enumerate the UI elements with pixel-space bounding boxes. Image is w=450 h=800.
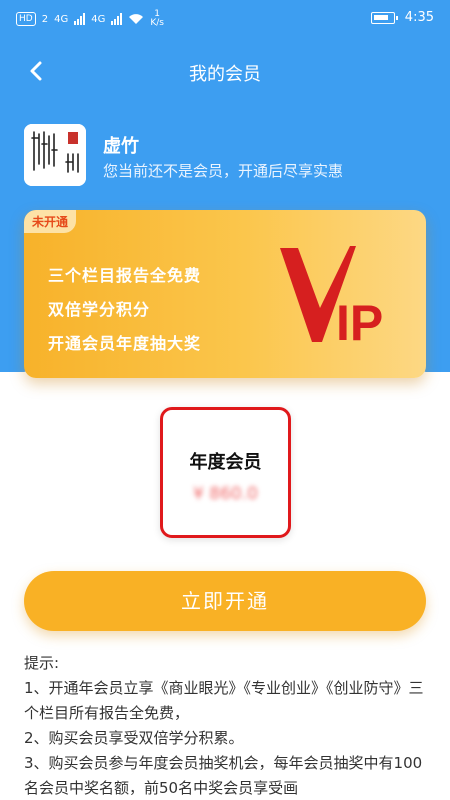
- not-activated-badge: 未开通: [24, 210, 77, 233]
- tip-line: 2、购买会员享受双倍学分积累。: [24, 729, 244, 747]
- net-speed-unit: K/s: [150, 18, 164, 28]
- tips-section: 提示: 1、开通年会员立享《商业眼光》《专业创业》《创业防守》三个栏目所有报告全…: [24, 651, 426, 800]
- vip-logo-text: IP: [336, 295, 383, 350]
- status-time: 4:35: [404, 10, 434, 25]
- status-bar: HD 2 4G 4G 1 K/s 4:35: [0, 0, 450, 38]
- benefit-item: 开通会员年度抽大奖: [48, 334, 202, 353]
- network-type-2: 4G: [91, 13, 106, 25]
- battery-icon: [370, 11, 398, 24]
- wifi-icon: [129, 14, 144, 24]
- vip-benefits-card: 未开通 三个栏目报告全免费 双倍学分积分 开通会员年度抽大奖 IP: [24, 210, 426, 378]
- tips-heading: 提示:: [24, 654, 60, 672]
- network-type-1: 4G: [54, 13, 69, 25]
- avatar[interactable]: [24, 124, 86, 186]
- tip-line: 1、开通年会员立享《商业眼光》《专业创业》《创业防守》三个栏目所有报告全免费，: [24, 679, 424, 722]
- hd-badge: HD: [16, 12, 36, 26]
- user-name: 虚竹: [103, 136, 139, 157]
- benefit-item: 双倍学分积分: [48, 300, 151, 319]
- vip-logo-icon: IP: [280, 246, 383, 350]
- page-title: 我的会员: [189, 64, 261, 85]
- benefit-item: 三个栏目报告全免费: [48, 266, 202, 285]
- membership-status-text: 您当前还不是会员，开通后尽享实惠: [103, 162, 344, 180]
- annual-plan-card[interactable]: 年度会员 ¥ 860.0: [160, 407, 291, 538]
- signal-icon-2: [111, 13, 123, 25]
- plan-name: 年度会员: [189, 452, 262, 473]
- signal-icon: [74, 13, 86, 25]
- sim-number: 2: [41, 13, 49, 25]
- calligraphy-avatar-image: [24, 124, 86, 186]
- nav-bar: 我的会员: [0, 40, 450, 102]
- activate-now-button[interactable]: 立即开通: [24, 571, 426, 631]
- plan-price: ¥ 860.0: [193, 484, 258, 504]
- tip-line: 3、购买会员参与年度会员抽奖机会，每年会员抽奖中有100名会员中奖名额，前50名…: [24, 754, 423, 797]
